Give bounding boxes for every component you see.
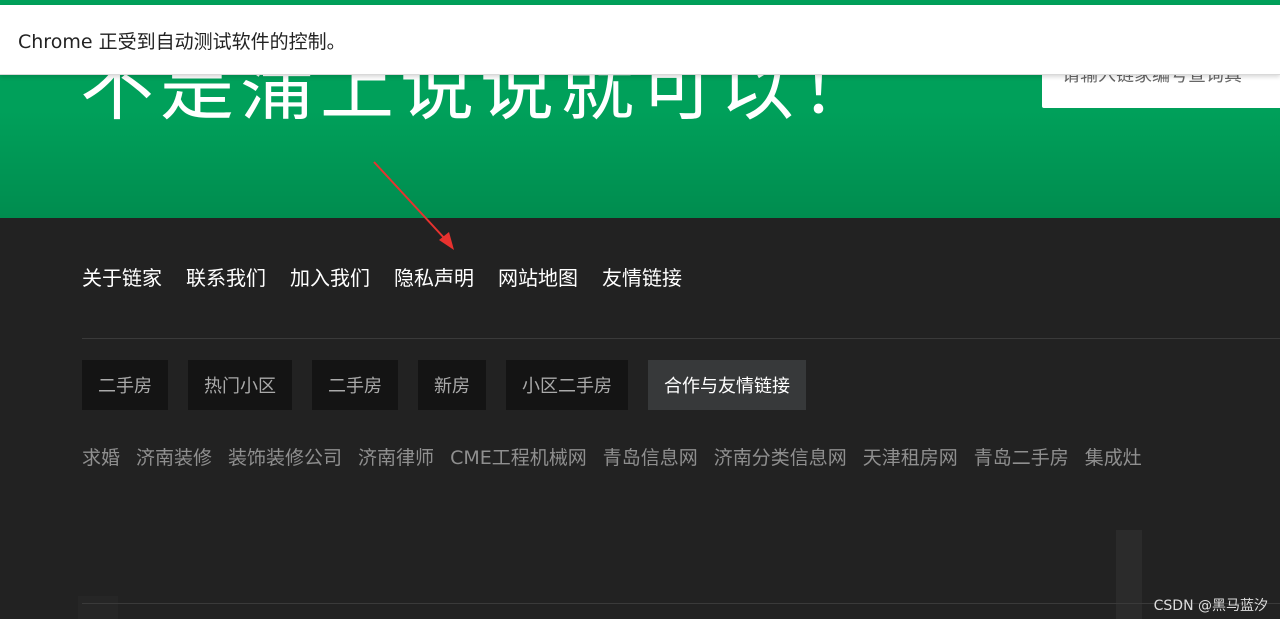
footer-link-about[interactable]: 关于链家	[82, 263, 162, 293]
footer-nav: 关于链家 联系我们 加入我们 隐私声明 网站地图 友情链接	[82, 263, 682, 293]
tab-partner-links[interactable]: 合作与友情链接	[648, 360, 806, 410]
footer-link-join[interactable]: 加入我们	[290, 263, 370, 293]
footer-link-friends[interactable]: 友情链接	[602, 263, 682, 293]
partner-link[interactable]: 青岛二手房	[974, 444, 1069, 472]
tab-ershoufang-2[interactable]: 二手房	[312, 360, 398, 410]
divider	[82, 338, 1280, 339]
footer-link-contact[interactable]: 联系我们	[186, 263, 266, 293]
link-category-tabs: 二手房 热门小区 二手房 新房 小区二手房 合作与友情链接	[82, 360, 806, 410]
partner-link[interactable]: 集成灶	[1085, 444, 1142, 472]
tab-community-ershoufang[interactable]: 小区二手房	[506, 360, 628, 410]
background-shape	[1116, 530, 1142, 619]
footer-link-privacy[interactable]: 隐私声明	[394, 263, 474, 293]
partner-links-list: 求婚 济南装修 装饰装修公司 济南律师 CME工程机械网 青岛信息网 济南分类信…	[82, 444, 1142, 472]
partner-link[interactable]: 求婚	[82, 444, 120, 472]
partner-link[interactable]: 天津租房网	[863, 444, 958, 472]
red-arrow-icon	[373, 161, 454, 250]
infobar-text: Chrome 正受到自动测试软件的控制。	[18, 31, 346, 53]
tab-ershoufang[interactable]: 二手房	[82, 360, 168, 410]
partner-link[interactable]: 济南分类信息网	[714, 444, 847, 472]
divider	[82, 603, 1280, 604]
partner-link[interactable]: 青岛信息网	[603, 444, 698, 472]
automation-infobar: Chrome 正受到自动测试软件的控制。	[0, 5, 1280, 75]
partner-link[interactable]: CME工程机械网	[450, 444, 587, 472]
tab-hot-communities[interactable]: 热门小区	[188, 360, 292, 410]
watermark: CSDN @黑马蓝汐	[1153, 598, 1268, 614]
partner-link[interactable]: 装饰装修公司	[228, 444, 342, 472]
partner-link[interactable]: 济南律师	[358, 444, 434, 472]
tab-new-homes[interactable]: 新房	[418, 360, 486, 410]
partner-link[interactable]: 济南装修	[136, 444, 212, 472]
footer-link-sitemap[interactable]: 网站地图	[498, 263, 578, 293]
background-shape	[78, 596, 118, 619]
